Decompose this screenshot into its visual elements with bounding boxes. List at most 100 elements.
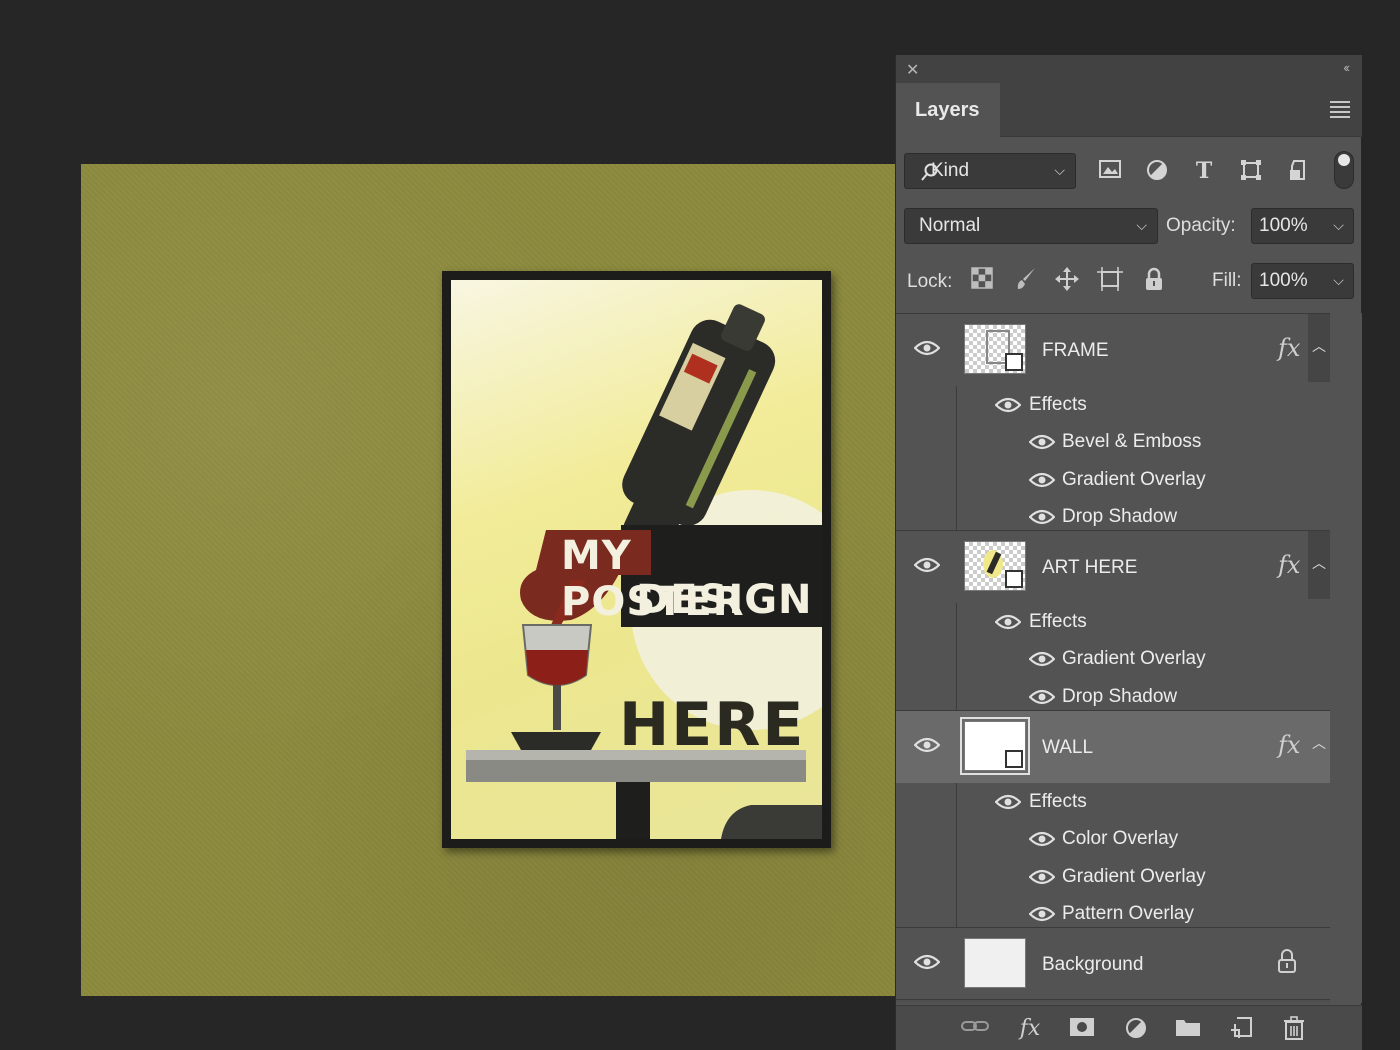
adjustment-filter-icon[interactable]: [1143, 158, 1171, 186]
effect-item[interactable]: Drop Shadow: [956, 677, 1330, 715]
new-group-icon[interactable]: [1173, 1016, 1203, 1042]
layer-effects-icon[interactable]: fx: [1278, 551, 1300, 579]
chevron-down-icon: ⌵: [1136, 217, 1147, 233]
effect-name: Drop Shadow: [1062, 685, 1178, 707]
visibility-eye-icon[interactable]: [914, 557, 940, 573]
smart-object-badge-icon: [1005, 570, 1023, 588]
document-canvas[interactable]: MY POSTER DESIGN HERE: [81, 164, 895, 996]
layers-panel: ✕ ‹‹ Layers Kind ⌵ T Normal ⌵ Opacity: 1…: [895, 55, 1362, 1050]
chevron-down-icon: ⌵: [1333, 217, 1344, 233]
layer-background-header[interactable]: Background: [896, 928, 1330, 1000]
image-filter-icon[interactable]: [1096, 158, 1124, 186]
layer-wall-header[interactable]: WALL fx ︿: [896, 711, 1330, 783]
filter-toggle-switch[interactable]: [1334, 151, 1354, 189]
visibility-eye-icon[interactable]: [995, 794, 1021, 810]
link-layers-icon[interactable]: [960, 1016, 990, 1042]
visibility-eye-icon[interactable]: [995, 397, 1021, 413]
opacity-input[interactable]: 100%: [1251, 208, 1325, 244]
delete-layer-icon[interactable]: [1279, 1016, 1309, 1042]
lock-artboard-icon[interactable]: [1096, 267, 1124, 295]
effect-name: Color Overlay: [1062, 828, 1179, 850]
visibility-eye-icon[interactable]: [914, 954, 940, 970]
layer-name[interactable]: ART HERE: [1042, 557, 1137, 579]
visibility-eye-icon[interactable]: [914, 737, 940, 753]
type-filter-icon[interactable]: T: [1190, 158, 1218, 186]
shape-filter-icon[interactable]: [1237, 158, 1265, 186]
smart-object-filter-icon[interactable]: [1285, 158, 1313, 186]
collapse-effects-button[interactable]: ︿: [1308, 314, 1330, 382]
visibility-eye-icon[interactable]: [1029, 869, 1055, 885]
visibility-eye-icon[interactable]: [1029, 831, 1055, 847]
layer-art-here-header[interactable]: ART HERE fx ︿: [896, 531, 1330, 603]
lock-label: Lock:: [907, 271, 953, 292]
lock-image-pixels-icon[interactable]: [1012, 267, 1040, 295]
chevron-up-icon: ︿: [1312, 735, 1326, 751]
opacity-label: Opacity:: [1166, 215, 1236, 236]
effect-item[interactable]: Color Overlay: [956, 820, 1330, 858]
chevron-up-icon: ︿: [1312, 338, 1326, 354]
adjustment-layer-icon[interactable]: [1121, 1016, 1151, 1042]
visibility-eye-icon[interactable]: [914, 340, 940, 356]
poster-artwork: MY POSTER DESIGN HERE: [451, 280, 822, 839]
layer-art-here[interactable]: ART HERE fx ︿ Effects Gradient Overlay D…: [896, 531, 1330, 715]
layer-frame-header[interactable]: FRAME fx ︿: [896, 314, 1330, 386]
smart-object-badge-icon: [1005, 750, 1023, 768]
add-mask-icon[interactable]: [1067, 1016, 1097, 1042]
effect-item[interactable]: Drop Shadow: [956, 497, 1330, 536]
effect-item[interactable]: Pattern Overlay: [956, 894, 1330, 933]
fill-label: Fill:: [1212, 270, 1242, 291]
visibility-eye-icon[interactable]: [1029, 906, 1055, 922]
search-icon: [921, 163, 938, 181]
effects-group[interactable]: Effects: [956, 783, 1330, 821]
effect-name: Gradient Overlay: [1062, 468, 1206, 490]
effect-name: Gradient Overlay: [1062, 865, 1206, 887]
effect-item[interactable]: Gradient Overlay: [956, 640, 1330, 678]
effect-name: Pattern Overlay: [1062, 902, 1194, 924]
layer-name[interactable]: WALL: [1042, 737, 1093, 759]
effect-item[interactable]: Gradient Overlay: [956, 460, 1330, 498]
tab-layers[interactable]: Layers: [896, 83, 1000, 137]
visibility-eye-icon[interactable]: [1029, 509, 1055, 525]
effect-item[interactable]: Gradient Overlay: [956, 857, 1330, 895]
layers-scrollbar[interactable]: [1330, 313, 1362, 1003]
layer-locked-icon[interactable]: [1276, 948, 1298, 974]
layers-bottom-toolbar: fx: [896, 1005, 1362, 1050]
collapse-effects-button[interactable]: ︿: [1308, 531, 1330, 599]
effect-name: Drop Shadow: [1062, 505, 1178, 527]
fill-input[interactable]: 100%: [1251, 263, 1325, 299]
add-style-icon[interactable]: fx: [1015, 1016, 1045, 1042]
collapse-panel-icon[interactable]: ‹‹: [1343, 60, 1350, 75]
lock-all-icon[interactable]: [1140, 267, 1168, 295]
collapse-effects-button[interactable]: ︿: [1308, 711, 1330, 779]
effects-group[interactable]: Effects: [956, 386, 1330, 424]
layer-background[interactable]: Background: [896, 928, 1330, 1000]
close-icon[interactable]: ✕: [906, 60, 919, 80]
filter-kind-select[interactable]: Kind ⌵: [904, 153, 1076, 189]
effects-label: Effects: [1029, 394, 1087, 415]
visibility-eye-icon[interactable]: [1029, 651, 1055, 667]
layers-list[interactable]: FRAME fx ︿ Effects Bevel & Emboss Gradie…: [896, 313, 1330, 1003]
lock-position-icon[interactable]: [1053, 267, 1081, 295]
layer-name[interactable]: Background: [1042, 954, 1143, 976]
chevron-down-icon: ⌵: [1054, 162, 1065, 178]
opacity-dropdown-button[interactable]: ⌵: [1324, 208, 1354, 244]
poster-headline-line-2: DESIGN: [636, 577, 813, 623]
visibility-eye-icon[interactable]: [1029, 689, 1055, 705]
effect-name: Gradient Overlay: [1062, 648, 1206, 670]
new-layer-icon[interactable]: [1226, 1016, 1256, 1042]
blend-mode-select[interactable]: Normal ⌵: [904, 208, 1158, 244]
layer-effects-icon[interactable]: fx: [1278, 334, 1300, 362]
effects-group[interactable]: Effects: [956, 603, 1330, 641]
visibility-eye-icon[interactable]: [1029, 472, 1055, 488]
layer-effects-icon[interactable]: fx: [1278, 731, 1300, 759]
layer-thumbnail: [964, 541, 1026, 591]
lock-transparent-pixels-icon[interactable]: [968, 267, 996, 295]
fill-dropdown-button[interactable]: ⌵: [1324, 263, 1354, 299]
visibility-eye-icon[interactable]: [1029, 434, 1055, 450]
layer-frame[interactable]: FRAME fx ︿ Effects Bevel & Emboss Gradie…: [896, 314, 1330, 536]
layer-wall[interactable]: WALL fx ︿ Effects Color Overlay Gradient…: [896, 711, 1330, 933]
effect-item[interactable]: Bevel & Emboss: [956, 423, 1330, 461]
panel-menu-icon[interactable]: [1330, 101, 1350, 121]
layer-name[interactable]: FRAME: [1042, 340, 1109, 362]
visibility-eye-icon[interactable]: [995, 614, 1021, 630]
